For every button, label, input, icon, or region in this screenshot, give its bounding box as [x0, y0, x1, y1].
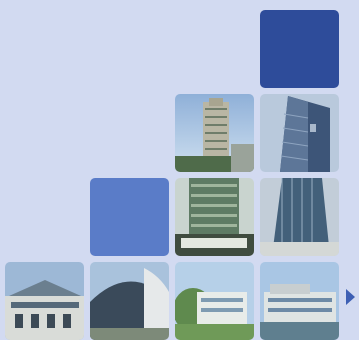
building-photo-tile[interactable]	[5, 262, 84, 340]
building-photo-tile[interactable]	[260, 94, 339, 172]
residential-high-rise-image	[175, 94, 254, 172]
solid-tile-mid	[90, 178, 169, 256]
glass-tower-image	[260, 178, 339, 256]
photo-grid-banner: { "banner": { "tiles": [ {"kind": "solid…	[0, 0, 359, 340]
glass-office-tower-image	[260, 94, 339, 172]
triangle-right-icon[interactable]	[346, 289, 355, 305]
building-photo-tile[interactable]	[90, 262, 169, 340]
building-photo-tile[interactable]	[175, 94, 254, 172]
building-photo-tile[interactable]	[175, 262, 254, 340]
low-rise-complex-image	[260, 262, 339, 340]
curved-facade-building-image	[90, 262, 169, 340]
industrial-hall-image	[5, 262, 84, 340]
building-photo-tile[interactable]	[175, 178, 254, 256]
green-glass-tower-image	[175, 178, 254, 256]
building-photo-tile[interactable]	[260, 262, 339, 340]
solid-tile-dark	[260, 10, 339, 88]
building-photo-tile[interactable]	[260, 178, 339, 256]
campus-building-image	[175, 262, 254, 340]
